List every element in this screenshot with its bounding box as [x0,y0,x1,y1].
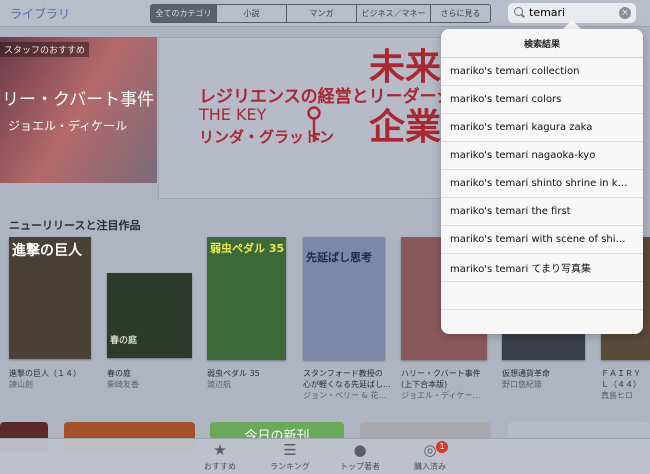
nav-bar: ライブラリ 全てのカテゴリ 小説 マンガ ビジネス／マネー さらに見る tema… [0,0,650,27]
key-icon [307,106,321,142]
segment-more[interactable]: さらに見る [430,5,490,22]
people-icon: ● [353,441,367,459]
segment-all-categories[interactable]: 全てのカテゴリ [151,5,216,22]
search-result-item[interactable]: mariko's temari てまり写真集 [441,254,643,282]
tab-label: ランキング [270,462,310,471]
book-title-line2: Ｌ（４４） [601,380,641,389]
book-cover[interactable]: 進撃の巨人 [9,237,91,359]
book-title: 進撃の巨人（１４） [9,369,81,378]
book-cover-text: 先延ばし思考 [306,251,372,264]
segment-business[interactable]: ビジネス／マネー [356,5,430,22]
search-result-item[interactable]: mariko's temari nagaoka-kyo [441,142,643,170]
tab-ranking[interactable]: ☰ ランキング [255,441,325,472]
category-segmented-control: 全てのカテゴリ 小説 マンガ ビジネス／マネー さらに見る [150,4,491,23]
tab-label: おすすめ [204,462,236,471]
search-icon [514,7,523,16]
book-cover-text: 春の庭 [110,336,138,346]
tab-top-authors[interactable]: ● トップ著者 [325,441,395,472]
library-button[interactable]: ライブラリ [10,5,70,22]
search-result-item[interactable]: mariko's temari colors [441,86,643,114]
banner-main-big-title-2: 企業 [369,107,442,148]
search-result-item[interactable]: mariko's temari the first [441,198,643,226]
banner-left-author: ジョエル・ディケール [8,119,128,133]
book-author: 柴崎友香 [107,380,139,389]
banner-main-big-title-1: 未来 [369,47,442,88]
search-result-item[interactable]: mariko's temari kagura zaka [441,114,643,142]
book-author: 野口悠紀雄 [502,380,542,389]
clear-search-icon[interactable]: × [619,7,631,19]
book-author: 渡辺航 [207,380,231,389]
book-title: 弱虫ペダル 35 [207,369,260,378]
section-title-new-releases: ニューリリースと注目作品 [9,219,141,232]
search-result-item[interactable]: mariko's temari shinto shrine in k… [441,170,643,198]
tab-bar: ★ おすすめ ☰ ランキング ● トップ著者 ◎ 1 購入済み [0,438,650,474]
search-results-header: 検索結果 [441,29,643,58]
book-title: ＦＡＩＲＹ [601,369,641,378]
star-icon: ★ [213,441,227,459]
banner-tag: スタッフのおすすめ [0,42,90,57]
book-cover-text: 進撃の巨人 [12,243,82,259]
book-author: 真島ヒロ [601,391,633,400]
purchased-badge: 1 [436,441,448,453]
tab-label: トップ著者 [340,462,380,471]
book-cover-text: 弱虫ペダル 35 [210,242,285,255]
search-result-item[interactable]: mariko's temari collection [441,58,643,86]
segment-manga[interactable]: マンガ [286,5,356,22]
book-author: ジョン・ペリー & 花… [303,391,387,400]
book-author: ジョエル・ディケー… [401,391,481,400]
tab-featured[interactable]: ★ おすすめ [185,441,255,472]
banner-left-title: リー・クバート事件 [2,90,155,110]
book-cover[interactable]: 春の庭 [107,273,192,358]
tab-label: 購入済み [414,462,446,471]
book-title-line2: (上下合本版) [401,380,448,389]
search-result-item[interactable]: mariko's temari with scene of shi… [441,226,643,254]
book-cover[interactable]: 弱虫ペダル 35 [207,237,286,360]
book-title: ハリー・クバート事件 [401,369,481,378]
list-icon: ☰ [283,441,297,459]
search-results-popover: 検索結果 mariko's temari collection mariko's… [441,29,643,334]
book-title: 春の庭 [107,369,131,378]
empty-result-row [441,282,643,310]
book-title: スタンフォード教授の [303,369,383,378]
search-input[interactable]: temari [529,6,565,19]
tab-purchased[interactable]: ◎ 1 購入済み [395,441,465,472]
book-title: 仮想通貨革命 [502,369,550,378]
banner-main-title-en: THE KEY [199,105,267,124]
book-title-line2: 心が軽くなる先延ばし… [303,380,391,389]
book-author: 諫山創 [9,380,33,389]
featured-banner-left[interactable]: スタッフのおすすめ リー・クバート事件 ジョエル・ディケール [0,37,157,183]
segment-novels[interactable]: 小説 [216,5,286,22]
book-cover[interactable]: 先延ばし思考 [303,237,385,360]
